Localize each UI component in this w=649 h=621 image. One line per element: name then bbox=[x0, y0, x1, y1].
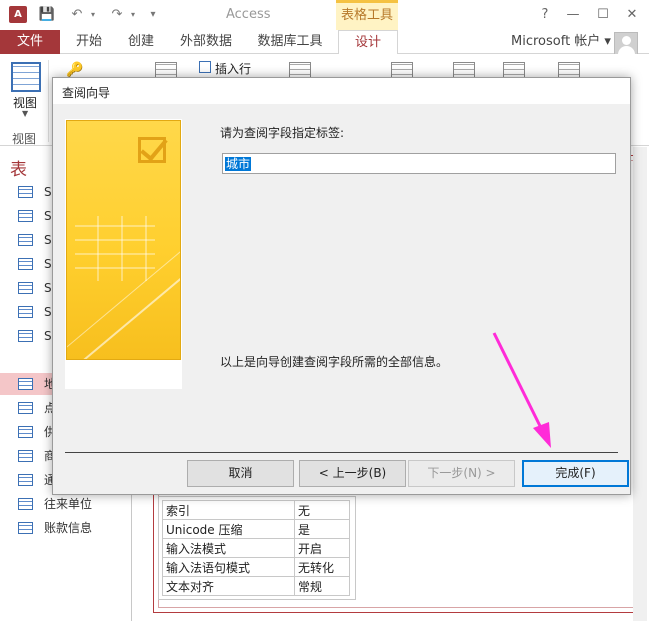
maximize-button[interactable]: ☐ bbox=[593, 6, 613, 24]
table-icon bbox=[18, 522, 33, 534]
title-bar: A 💾 ↶ ▾ ↷ ▾ ▾ Access 表格工具 ? — ☐ ✕ bbox=[0, 0, 649, 30]
table-icon bbox=[18, 282, 33, 294]
field-properties-table: 索引无 Unicode 压缩是 输入法模式 开启 输入法语句模式 无转化 文本对齐常… bbox=[162, 500, 350, 596]
table-icon bbox=[18, 210, 33, 222]
property-name: 索引 bbox=[162, 500, 295, 520]
table-icon bbox=[18, 378, 33, 390]
table-icon bbox=[18, 450, 33, 462]
tab-design[interactable]: 设计 bbox=[338, 30, 398, 55]
table-icon bbox=[18, 402, 33, 414]
table-row[interactable]: 输入法模式 开启 bbox=[162, 538, 350, 558]
back-button[interactable]: < 上一步(B) bbox=[299, 460, 406, 487]
tab-create[interactable]: 创建 bbox=[118, 30, 164, 54]
dialog-body: 请为查阅字段指定标签: 城市 以上是向导创建查阅字段所需的全部信息。 取消 < … bbox=[53, 104, 630, 494]
property-value[interactable]: 无 bbox=[294, 500, 350, 520]
table-icon bbox=[18, 474, 33, 486]
chevron-down-icon[interactable]: ▼ bbox=[22, 109, 28, 118]
redo-dropdown-icon[interactable]: ▾ bbox=[124, 6, 142, 24]
table-row[interactable]: Unicode 压缩是 bbox=[162, 519, 350, 539]
nav-item-table[interactable]: 账款信息 bbox=[0, 517, 130, 539]
table-icon bbox=[18, 258, 33, 270]
nav-pane-header[interactable]: 表 bbox=[10, 155, 27, 180]
customize-qat-icon[interactable]: ▾ bbox=[144, 6, 162, 24]
finish-button[interactable]: 完成(F) bbox=[522, 460, 629, 487]
nav-item-table[interactable]: 往来单位 bbox=[0, 493, 130, 515]
tab-file[interactable]: 文件 bbox=[0, 30, 60, 54]
property-name: 输入法模式 bbox=[162, 538, 295, 558]
lookup-label-input[interactable]: 城市 bbox=[222, 153, 616, 174]
table-tools-context-label: 表格工具 bbox=[336, 0, 398, 30]
insert-row-button[interactable]: 插入行 bbox=[215, 60, 251, 77]
access-app-icon[interactable]: A bbox=[9, 6, 27, 23]
label-prompt: 请为查阅字段指定标签: bbox=[220, 126, 345, 140]
group-divider bbox=[48, 60, 49, 142]
avatar[interactable] bbox=[614, 32, 638, 56]
table-icon bbox=[18, 306, 33, 318]
property-name: Unicode 压缩 bbox=[162, 519, 295, 539]
table-row[interactable]: 索引无 bbox=[162, 500, 350, 520]
window-title: Access bbox=[226, 7, 271, 22]
tab-database-tools[interactable]: 数据库工具 bbox=[248, 30, 332, 54]
ribbon-tabs: 文件 开始 创建 外部数据 数据库工具 设计 Microsoft 帐户 ▾ bbox=[0, 30, 649, 56]
table-icon bbox=[18, 234, 33, 246]
dialog-title: 查阅向导 bbox=[62, 86, 111, 100]
table-icon bbox=[18, 498, 33, 510]
insert-row-icon[interactable] bbox=[199, 61, 211, 73]
property-value[interactable]: 是 bbox=[294, 519, 350, 539]
property-value[interactable]: 开启 bbox=[294, 538, 350, 558]
table-row[interactable]: 文本对齐 常规 bbox=[162, 576, 350, 596]
table-icon bbox=[18, 426, 33, 438]
table-icon bbox=[18, 186, 33, 198]
selected-text[interactable]: 城市 bbox=[225, 157, 252, 171]
close-button[interactable]: ✕ bbox=[622, 6, 642, 24]
wizard-illustration bbox=[65, 119, 182, 389]
save-icon[interactable]: 💾 bbox=[38, 6, 56, 24]
tab-home[interactable]: 开始 bbox=[66, 30, 112, 54]
property-name: 输入法语句模式 bbox=[162, 557, 295, 577]
vertical-scrollbar[interactable] bbox=[633, 147, 647, 621]
table-icon bbox=[18, 330, 33, 342]
lookup-wizard-dialog: 查阅向导 请为查阅字段指定标签: 城市 以上是向导创建查阅字段所需的全部信息。 … bbox=[52, 77, 631, 495]
views-group-label: 视图 bbox=[12, 132, 37, 146]
table-grid-graphic bbox=[75, 216, 155, 281]
dialog-divider bbox=[65, 452, 618, 453]
view-icon[interactable] bbox=[11, 62, 41, 92]
account-menu[interactable]: Microsoft 帐户 ▾ bbox=[511, 30, 611, 54]
minimize-button[interactable]: — bbox=[563, 6, 583, 24]
help-button[interactable]: ? bbox=[535, 6, 555, 24]
checkbox-check-icon bbox=[138, 137, 166, 163]
table-row[interactable]: 输入法语句模式 无转化 bbox=[162, 557, 350, 577]
property-value[interactable]: 常规 bbox=[294, 576, 350, 596]
next-button[interactable]: 下一步(N) > bbox=[408, 460, 515, 487]
undo-dropdown-icon[interactable]: ▾ bbox=[84, 6, 102, 24]
wizard-artwork bbox=[66, 120, 181, 360]
property-name: 文本对齐 bbox=[162, 576, 295, 596]
cancel-button[interactable]: 取消 bbox=[187, 460, 294, 487]
property-value[interactable]: 无转化 bbox=[294, 557, 350, 577]
tab-external-data[interactable]: 外部数据 bbox=[170, 30, 242, 54]
wizard-info-text: 以上是向导创建查阅字段所需的全部信息。 bbox=[220, 355, 449, 369]
